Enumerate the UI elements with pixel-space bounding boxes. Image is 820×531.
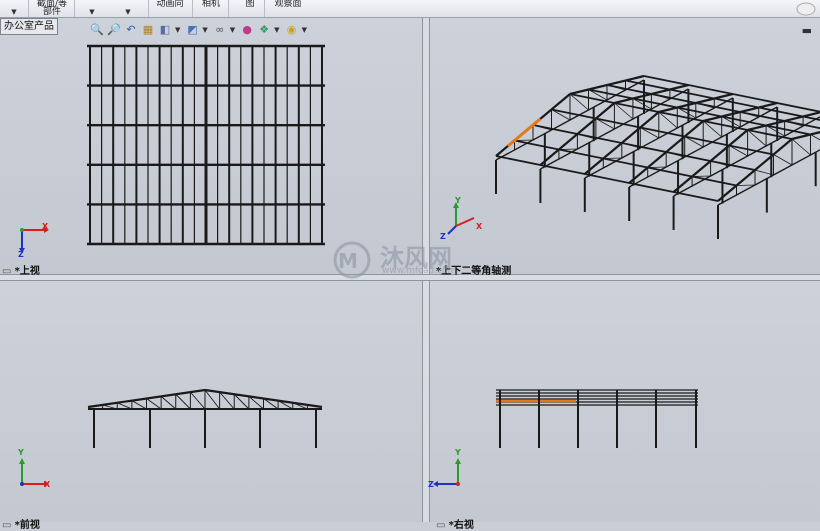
view-label-top: ▭ *上视 xyxy=(2,262,40,277)
toolbar-separator xyxy=(28,0,29,17)
right-view-model xyxy=(428,280,820,522)
animation-button[interactable]: 动画向 xyxy=(152,0,188,17)
watermark-url: www.mfcad.com xyxy=(382,266,456,276)
caret-down-icon: ▼ xyxy=(89,8,94,16)
toolbar-label: 动画向 xyxy=(156,0,183,9)
axis-x-label: X xyxy=(42,222,48,231)
steel-member xyxy=(774,155,793,166)
axis-z-label: Z xyxy=(18,250,24,259)
view-name: *上视 xyxy=(15,266,40,277)
view-button[interactable]: 图 xyxy=(240,0,260,17)
view-label-right: ▭ *右视 xyxy=(436,516,474,531)
caret-down-icon: ▼ xyxy=(125,8,130,16)
view-icon: ▭ xyxy=(2,266,15,277)
toolbar-label: 观察面 xyxy=(274,0,301,9)
toolbar-dropdown-3[interactable]: ▼ xyxy=(118,0,138,17)
steel-member xyxy=(161,396,176,409)
steel-member xyxy=(132,401,147,409)
axis-y-label: Y xyxy=(455,448,461,457)
steel-member xyxy=(147,399,162,410)
toolbar-label: 部件 xyxy=(43,7,61,17)
top-view-model xyxy=(0,18,422,274)
purlin xyxy=(496,156,718,201)
view-label-front: ▭ *前视 xyxy=(2,516,40,531)
toolbar-separator xyxy=(228,0,229,17)
steel-member xyxy=(190,392,205,409)
toolbar-logo-icon xyxy=(796,2,816,16)
command-toolbar: ▼ 截面/等部件 ▼ ▼ 动画向 相机 图 观察面 xyxy=(0,0,820,18)
toolbar-label: 相机 xyxy=(202,0,220,9)
toolbar-separator xyxy=(148,0,149,17)
front-view-model xyxy=(0,280,422,522)
steel-member xyxy=(176,394,191,409)
axis-x-label: X xyxy=(476,222,482,231)
axis-triad-iso xyxy=(440,198,490,242)
toolbar-dropdown-1[interactable]: ▼ xyxy=(4,0,24,17)
toolbar-dropdown-2[interactable]: ▼ xyxy=(82,0,102,17)
caret-down-icon: ▼ xyxy=(11,8,16,16)
steel-member xyxy=(792,139,811,155)
toolbar-label: 图 xyxy=(245,0,254,9)
watermark-logo-icon: M xyxy=(330,240,378,280)
steel-member xyxy=(811,135,820,146)
section-view-button[interactable]: 截面/等部件 xyxy=(34,0,70,17)
axis-triad-right xyxy=(430,452,474,492)
toolbar-separator xyxy=(74,0,75,17)
steel-member xyxy=(737,185,756,186)
axis-x-label: X xyxy=(44,480,50,489)
axis-z-label: Z xyxy=(428,480,434,489)
observe-face-button[interactable]: 观察面 xyxy=(270,0,306,17)
svg-text:M: M xyxy=(338,249,358,273)
axis-y-label: Y xyxy=(455,196,461,205)
toolbar-separator xyxy=(192,0,193,17)
camera-button[interactable]: 相机 xyxy=(198,0,224,17)
axis-y-label: Y xyxy=(18,448,24,457)
toolbar-separator xyxy=(264,0,265,17)
